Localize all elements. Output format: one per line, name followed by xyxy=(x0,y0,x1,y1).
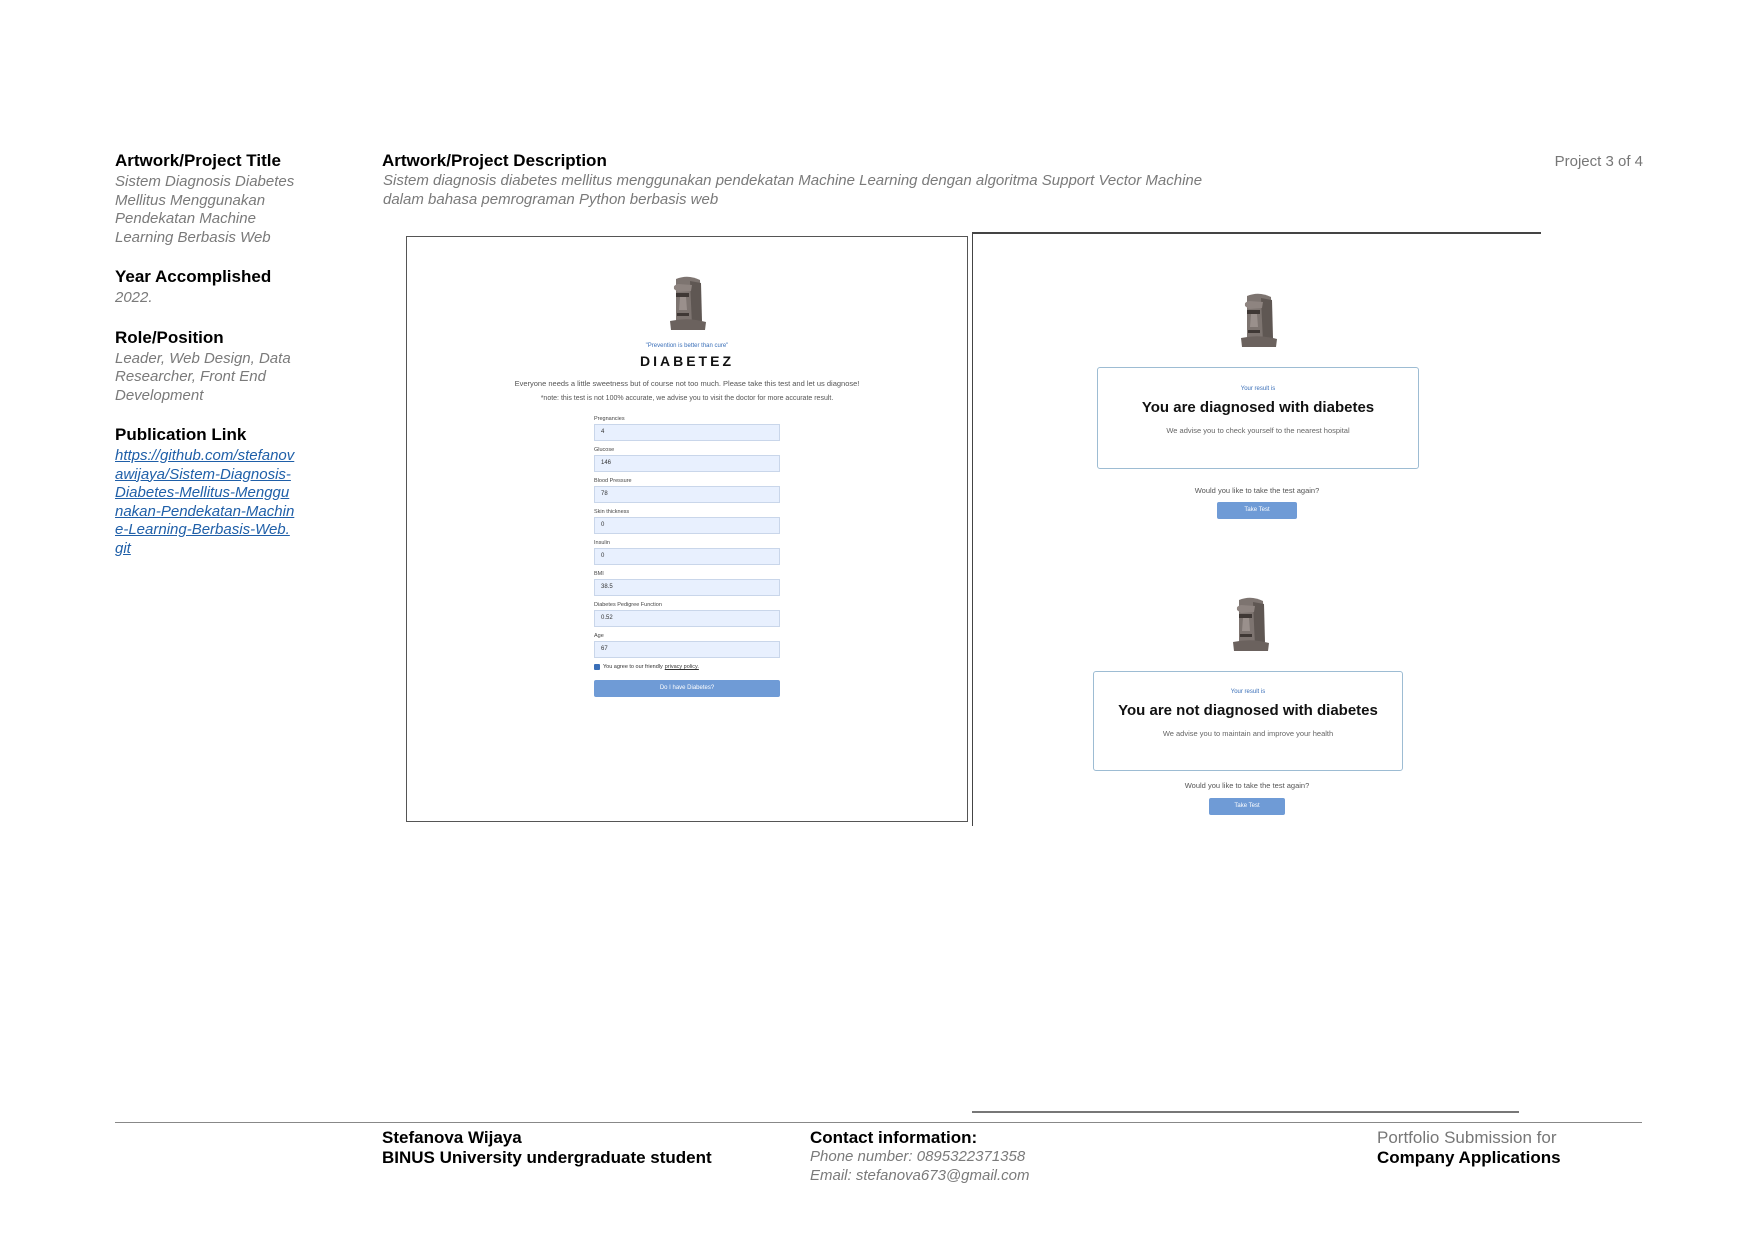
field-label: Insulin xyxy=(594,540,610,546)
result-title: You are diagnosed with diabetes xyxy=(1141,399,1375,416)
diagnosis-form: Pregnancies 4 Glucose 146 Blood Pressure… xyxy=(594,416,780,697)
glucose-input[interactable]: 146 xyxy=(594,455,780,472)
field-label: Pregnancies xyxy=(594,416,625,422)
take-test-button[interactable]: Take Test xyxy=(1217,502,1297,519)
portfolio-line-1: Portfolio Submission for xyxy=(1377,1128,1557,1147)
result-intro: Your result is xyxy=(1230,689,1266,695)
privacy-policy-link[interactable]: privacy policy. xyxy=(665,664,699,670)
field-label: Skin thickness xyxy=(594,509,630,515)
phone-number: Phone number: 0895322371358 xyxy=(810,1148,1026,1165)
author-school: BINUS University undergraduate student xyxy=(382,1148,712,1167)
year-label: Year Accomplished xyxy=(115,267,272,286)
publication-link[interactable]: https://github.com/stefanovawijaya/Siste… xyxy=(115,447,295,558)
diagnose-button[interactable]: Do I have Diabetes? xyxy=(594,680,780,697)
blood-pressure-input[interactable]: 78 xyxy=(594,486,780,503)
bmi-input[interactable]: 38.5 xyxy=(594,579,780,596)
agree-text: You agree to our friendly xyxy=(603,664,663,670)
age-input[interactable]: 67 xyxy=(594,641,780,658)
field-label: BMI xyxy=(594,571,604,577)
privacy-agreement: You agree to our friendly privacy policy… xyxy=(594,664,780,670)
negative-result-screenshot: Your result is You are not diagnosed wit… xyxy=(972,538,1541,826)
contact-block: Contact information: Phone number: 08953… xyxy=(810,1128,1030,1185)
field-label: Diabetes Pedigree Function xyxy=(594,602,662,608)
decorative-divider xyxy=(972,1111,1519,1113)
note-text: *note: this test is not 100% accurate, w… xyxy=(540,395,834,402)
form-screenshot: "Prevention is better than cure" DIABETE… xyxy=(406,236,968,822)
tagline: "Prevention is better than cure" xyxy=(645,343,729,349)
intro-text: Everyone needs a little sweetness but of… xyxy=(514,379,860,388)
year-value: 2022. xyxy=(115,289,153,306)
pregnancies-input[interactable]: 4 xyxy=(594,424,780,441)
brand-title: DIABETEZ xyxy=(640,353,734,369)
field-label: Glucose xyxy=(594,447,615,453)
author-name: Stefanova Wijaya xyxy=(382,1128,522,1147)
role-label: Role/Position xyxy=(115,327,224,347)
contact-label: Contact information: xyxy=(810,1128,978,1147)
role-value: Leader, Web Design, Data Researcher, Fro… xyxy=(115,349,291,404)
positive-result-screenshot: Your result is You are diagnosed with di… xyxy=(972,232,1541,541)
take-test-button[interactable]: Take Test xyxy=(1209,798,1285,815)
author-block: Stefanova Wijaya BINUS University underg… xyxy=(382,1128,712,1168)
portfolio-line-2: Company Applications xyxy=(1377,1148,1561,1167)
email-address: Email: stefanova673@gmail.com xyxy=(810,1166,1030,1184)
moai-icon xyxy=(1235,292,1281,348)
result-advice: We advise you to maintain and improve yo… xyxy=(1162,729,1334,738)
result-intro: Your result is xyxy=(1240,386,1276,392)
field-label: Age xyxy=(594,633,604,639)
result-title: You are not diagnosed with diabetes xyxy=(1118,702,1378,719)
project-info-column: Artwork/Project Title Sistem Diagnosis D… xyxy=(115,151,295,578)
title-value: Sistem Diagnosis Diabetes Mellitus Mengg… xyxy=(115,173,295,246)
insulin-input[interactable]: 0 xyxy=(594,548,780,565)
portfolio-block: Portfolio Submission for Company Applica… xyxy=(1377,1128,1561,1168)
moai-icon xyxy=(664,275,710,331)
result-card: Your result is You are not diagnosed wit… xyxy=(1093,671,1403,771)
retake-prompt: Would you like to take the test again? xyxy=(1194,486,1320,495)
description-text: Sistem diagnosis diabetes mellitus mengg… xyxy=(383,172,1203,208)
moai-icon xyxy=(1227,596,1273,652)
field-label: Blood Pressure xyxy=(594,478,632,484)
description-label: Artwork/Project Description xyxy=(382,151,607,170)
retake-prompt: Would you like to take the test again? xyxy=(1184,781,1310,790)
title-label: Artwork/Project Title xyxy=(115,151,281,170)
footer-divider xyxy=(115,1122,1642,1123)
result-advice: We advise you to check yourself to the n… xyxy=(1166,426,1350,435)
project-counter: Project 3 of 4 xyxy=(1554,153,1643,170)
pedigree-input[interactable]: 0.52 xyxy=(594,610,780,627)
agree-checkbox[interactable] xyxy=(594,664,600,670)
publication-label: Publication Link xyxy=(115,425,247,444)
result-card: Your result is You are diagnosed with di… xyxy=(1097,367,1419,469)
skin-thickness-input[interactable]: 0 xyxy=(594,517,780,534)
